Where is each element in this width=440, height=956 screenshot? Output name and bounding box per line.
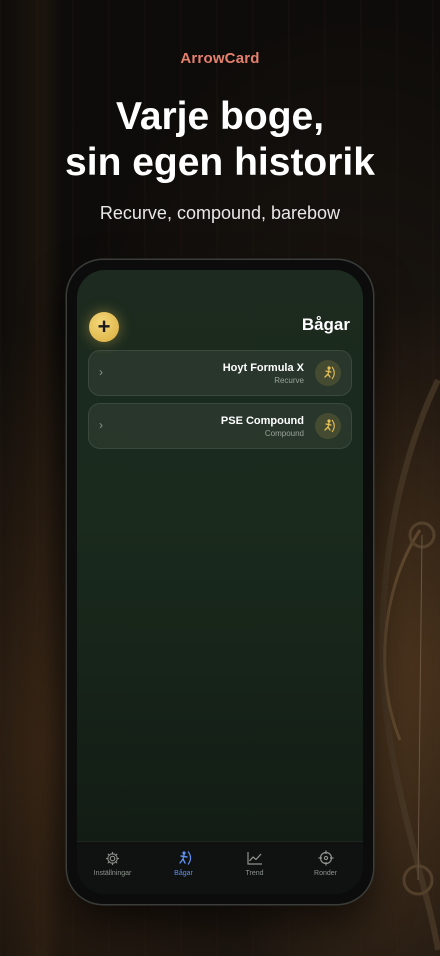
bow-name: Hoyt Formula X <box>222 362 304 374</box>
brand-name: ArrowCard <box>180 50 260 67</box>
tab-label: Trend <box>245 870 264 877</box>
headline: Varje boge, sin egen historik <box>0 94 440 186</box>
tab-bagar[interactable]: Bågar <box>148 850 219 877</box>
tab-installningar[interactable]: Inställningar <box>77 850 148 877</box>
headline-line-1: Varje boge, <box>115 95 325 138</box>
chevron-right-icon: › <box>99 418 103 432</box>
screen-title: Bågar <box>301 315 350 334</box>
tab-label: Inställningar <box>93 870 132 877</box>
gear-icon <box>77 850 148 866</box>
trend-icon <box>219 850 290 866</box>
archer-icon <box>148 850 219 866</box>
tab-label: Ronder <box>314 870 337 877</box>
archer-icon <box>315 413 341 439</box>
tab-bar: Inställningar Bågar Trend Ronder <box>77 841 363 894</box>
add-bow-button[interactable]: + <box>89 312 119 342</box>
bow-name: PSE Compound <box>220 415 304 427</box>
bow-type: Compound <box>264 429 304 438</box>
crosshair-icon <box>290 850 361 866</box>
headline-line-2: sin egen historik <box>65 141 375 184</box>
archer-icon <box>315 360 341 386</box>
phone-mockup: + Bågar › Hoyt Formula X Recurve › PSE C… <box>67 260 373 904</box>
tab-label: Bågar <box>174 870 193 877</box>
subheadline: Recurve, compound, barebow <box>99 203 341 223</box>
chevron-right-icon: › <box>99 365 103 379</box>
bow-type: Recurve <box>274 376 304 385</box>
app-screen: + Bågar › Hoyt Formula X Recurve › PSE C… <box>77 270 363 894</box>
tab-ronder[interactable]: Ronder <box>290 850 361 877</box>
bow-card[interactable]: › Hoyt Formula X Recurve <box>88 350 352 396</box>
bow-card[interactable]: › PSE Compound Compound <box>88 403 352 449</box>
tab-trend[interactable]: Trend <box>219 850 290 877</box>
